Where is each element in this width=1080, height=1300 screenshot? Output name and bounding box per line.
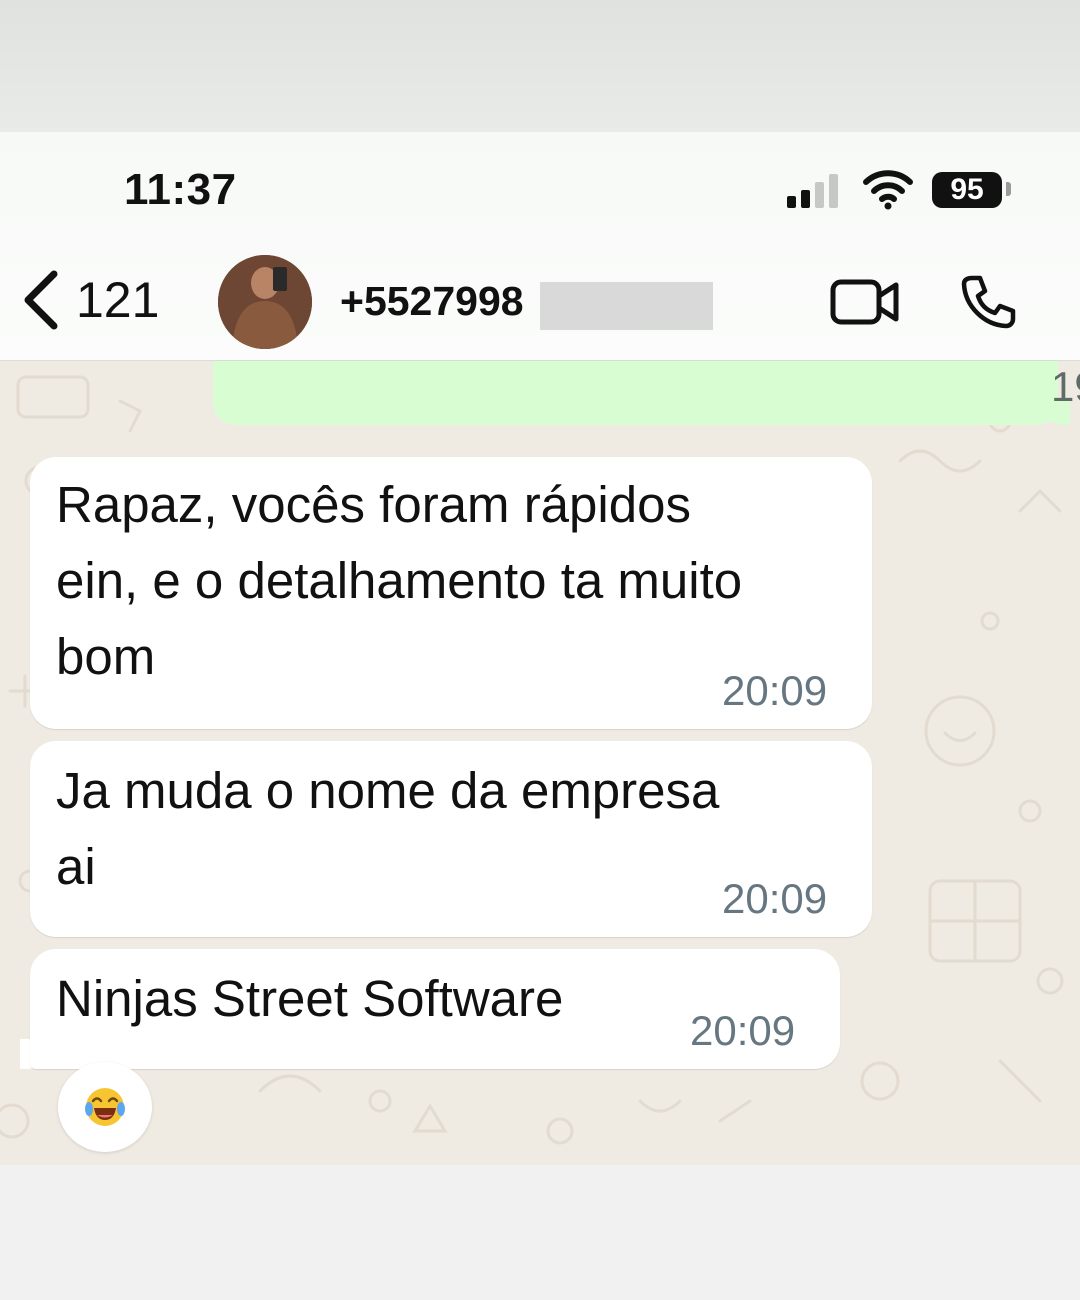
blurred-bottom-area bbox=[0, 1165, 1080, 1300]
contact-name[interactable]: +5527998 bbox=[340, 278, 524, 325]
message-time: 20:09 bbox=[690, 1007, 796, 1054]
message-text: Ja muda o nome da empresa ai bbox=[56, 753, 719, 905]
message-line: ein, e o detalhamento ta muito bbox=[56, 552, 743, 609]
message-line: Rapaz, vocês foram rápidos bbox=[56, 476, 691, 533]
message-time: 20:09 bbox=[722, 875, 828, 922]
message-line: bom bbox=[56, 628, 156, 685]
message-line: Ja muda o nome da empresa bbox=[56, 762, 720, 819]
signal-icon bbox=[787, 172, 843, 208]
reaction-badge[interactable] bbox=[58, 1062, 152, 1152]
blurred-top-area bbox=[0, 0, 1080, 132]
back-chevron-icon bbox=[24, 270, 58, 330]
incoming-message[interactable]: Ja muda o nome da empresa ai 20:09 bbox=[30, 741, 872, 937]
battery-tip bbox=[1006, 182, 1011, 196]
avatar-image bbox=[218, 255, 312, 349]
message-line: ai bbox=[56, 838, 96, 895]
chat-area[interactable]: 19:58 Rapaz, vocês foram rápidos ein, e … bbox=[0, 361, 1080, 1165]
avatar[interactable] bbox=[218, 255, 312, 349]
unread-count: 121 bbox=[76, 272, 160, 328]
back-button[interactable]: 121 bbox=[18, 262, 159, 338]
message-time: 20:09 bbox=[722, 667, 828, 714]
outgoing-message[interactable]: 19:58 bbox=[213, 361, 1080, 425]
message-text: Rapaz, vocês foram rápidos ein, e o deta… bbox=[56, 467, 742, 695]
incoming-message[interactable]: Ninjas Street Software 20:09 bbox=[30, 949, 840, 1069]
status-time: 11:37 bbox=[124, 165, 237, 214]
redacted-number bbox=[540, 282, 713, 330]
battery-icon: 95 bbox=[932, 172, 1002, 208]
video-call-icon[interactable] bbox=[830, 276, 900, 328]
message-line: Ninjas Street Software bbox=[56, 970, 564, 1027]
laughing-emoji-icon bbox=[85, 1088, 125, 1126]
incoming-message[interactable]: Rapaz, vocês foram rápidos ein, e o deta… bbox=[30, 457, 872, 729]
phone-icon[interactable] bbox=[958, 272, 1018, 332]
message-text: Ninjas Street Software bbox=[56, 961, 563, 1037]
wifi-icon bbox=[863, 170, 913, 210]
